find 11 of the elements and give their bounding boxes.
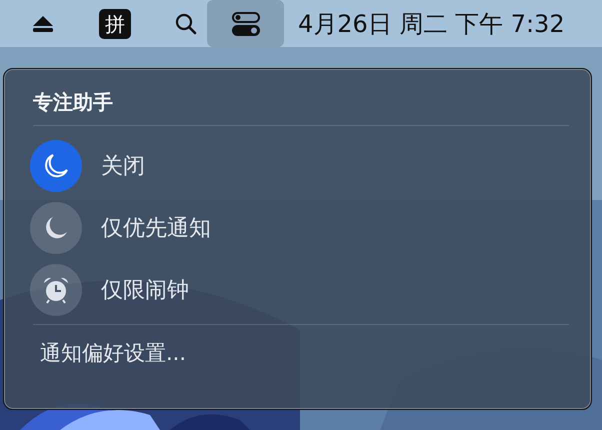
menu-bar-clock[interactable]: 4月26日 周二 下午 7:32 xyxy=(298,8,565,40)
menu-title: 专注助手 xyxy=(32,89,114,116)
focus-mode-item[interactable]: 仅优先通知 xyxy=(30,202,569,254)
control-center-button[interactable] xyxy=(207,0,284,47)
focus-mode-item[interactable]: 仅限闹钟 xyxy=(30,264,569,316)
input-method-indicator[interactable]: 拼 xyxy=(99,8,131,38)
focus-mode-item[interactable]: 关闭 xyxy=(30,140,569,192)
eject-icon[interactable] xyxy=(32,14,54,32)
notification-preferences-link[interactable]: 通知偏好设置... xyxy=(30,339,186,367)
search-icon[interactable] xyxy=(175,12,197,34)
toggles-icon xyxy=(232,12,260,36)
